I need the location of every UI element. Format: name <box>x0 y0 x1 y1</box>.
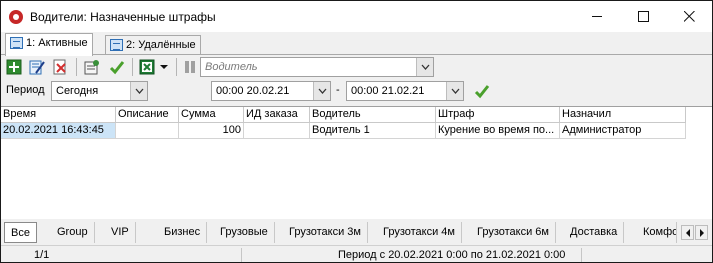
properties-button[interactable] <box>83 58 101 76</box>
toolbar-separator <box>176 58 177 76</box>
window: Водители: Назначенные штрафы 1: Активные… <box>0 0 713 263</box>
close-button[interactable] <box>666 1 712 32</box>
driver-placeholder: Водитель <box>205 61 258 73</box>
date-from-value: 00:00 20.02.21 <box>216 85 290 97</box>
minimize-icon <box>591 16 602 17</box>
tab-label: 1: Активные <box>26 37 88 49</box>
tab-class-cargo-taxi-6m[interactable]: Грузотакси 6м <box>471 222 556 243</box>
tab-class-cargo-taxi-4m[interactable]: Грузотакси 4м <box>377 222 462 243</box>
tab-class-business[interactable]: Бизнес <box>158 222 208 243</box>
filter-button[interactable] <box>182 58 200 76</box>
record-counter: 1/1 <box>34 249 50 261</box>
chevron-down-icon <box>318 88 326 94</box>
table-icon <box>110 39 123 51</box>
date-to-dropdown[interactable] <box>446 82 463 100</box>
tab-class-cargo[interactable]: Грузовые <box>214 222 275 243</box>
tab-class-group[interactable]: Group <box>51 222 95 243</box>
column-header-driver[interactable]: Водитель <box>310 107 436 123</box>
minimize-button[interactable] <box>574 1 620 32</box>
close-icon <box>683 11 695 22</box>
period-preset-dropdown[interactable] <box>130 82 147 100</box>
toolbar-separator <box>132 58 133 76</box>
tab-label: 2: Удалённые <box>126 39 196 51</box>
window-title: Водители: Назначенные штрафы <box>30 9 216 24</box>
cell-order-id[interactable] <box>244 123 310 139</box>
date-to-value: 00:00 21.02.21 <box>351 85 425 97</box>
apply-check-icon <box>109 61 125 75</box>
chevron-right-icon <box>699 228 704 237</box>
chevron-down-icon <box>135 88 143 94</box>
filter-icon <box>185 61 195 73</box>
date-to-picker[interactable]: 00:00 21.02.21 <box>346 81 464 101</box>
app-icon <box>9 9 23 24</box>
excel-export-button[interactable] <box>138 58 156 76</box>
date-from-dropdown[interactable] <box>313 82 330 100</box>
fines-table: Время Описание Сумма ИД заказа Водитель … <box>1 106 712 219</box>
chevron-down-icon <box>421 64 429 70</box>
maximize-icon <box>637 11 649 22</box>
column-header-assigned-by[interactable]: Назначил <box>560 107 686 123</box>
tab-strip: 1: Активные 2: Удалённые <box>1 33 712 56</box>
tab-class-vip[interactable]: VIP <box>105 222 136 243</box>
period-preset-value: Сегодня <box>56 85 99 97</box>
driver-select[interactable]: Водитель <box>200 57 434 77</box>
driver-dropdown-button[interactable] <box>416 58 433 76</box>
apply-check-icon <box>474 85 490 99</box>
column-header-order-id[interactable]: ИД заказа <box>244 107 310 123</box>
cell-time[interactable]: 20.02.2021 16:43:45 <box>1 123 116 139</box>
tab-class-cargo-taxi-3m[interactable]: Грузотакси 3м <box>283 222 368 243</box>
status-separator <box>241 248 242 262</box>
period-row: Период Сегодня 00:00 20.02.21 - 00:00 21… <box>1 79 712 103</box>
edit-icon <box>29 60 45 75</box>
period-status: Период с 20.02.2021 0:00 по 21.02.2021 0… <box>338 249 566 261</box>
title-bar: Водители: Назначенные штрафы <box>1 1 712 32</box>
apply-period-button[interactable] <box>473 82 491 100</box>
chevron-down-icon <box>451 88 459 94</box>
toolbar-separator <box>76 58 77 76</box>
cell-fine[interactable]: Курение во время по... <box>436 123 560 139</box>
cell-assigned-by[interactable]: Администратор <box>560 123 686 139</box>
properties-icon <box>84 60 99 75</box>
cell-description[interactable] <box>116 123 179 139</box>
table-icon <box>10 37 23 49</box>
delete-button[interactable] <box>51 58 69 76</box>
tab-active[interactable]: 1: Активные <box>5 33 93 56</box>
delete-icon <box>53 59 66 75</box>
column-header-fine[interactable]: Штраф <box>436 107 560 123</box>
excel-dropdown-button[interactable] <box>158 58 170 76</box>
edit-button[interactable] <box>28 58 46 76</box>
excel-icon <box>139 59 155 75</box>
add-icon <box>6 59 22 75</box>
apply-button[interactable] <box>108 58 126 76</box>
tabs-scroll-left-button[interactable] <box>681 225 694 240</box>
tab-class-all[interactable]: Все <box>4 222 37 243</box>
column-header-description[interactable]: Описание <box>116 107 179 123</box>
period-preset-select[interactable]: Сегодня <box>51 81 148 101</box>
period-label: Период <box>6 84 45 96</box>
period-dash: - <box>336 84 340 96</box>
chevron-left-icon <box>685 228 690 237</box>
dropdown-arrow-icon <box>160 65 168 69</box>
maximize-button[interactable] <box>620 1 666 32</box>
cell-amount[interactable]: 100 <box>179 123 244 139</box>
status-bar: 1/1 Период с 20.02.2021 0:00 по 21.02.20… <box>1 245 712 262</box>
add-button[interactable] <box>5 58 23 76</box>
column-header-amount[interactable]: Сумма <box>179 107 244 123</box>
status-separator <box>581 248 582 262</box>
column-header-time[interactable]: Время <box>1 107 116 123</box>
tab-deleted[interactable]: 2: Удалённые <box>105 35 201 55</box>
tabs-scroll-right-button[interactable] <box>695 225 708 240</box>
toolbar: Водитель <box>1 55 712 79</box>
tab-class-comfort[interactable]: Комфо <box>637 222 677 243</box>
date-from-picker[interactable]: 00:00 20.02.21 <box>211 81 331 101</box>
car-class-tabs: Все Group VIP Бизнес Грузовые Грузотакси… <box>1 222 712 244</box>
cell-driver[interactable]: Водитель 1 <box>310 123 436 139</box>
tab-class-delivery[interactable]: Доставка <box>564 222 625 243</box>
